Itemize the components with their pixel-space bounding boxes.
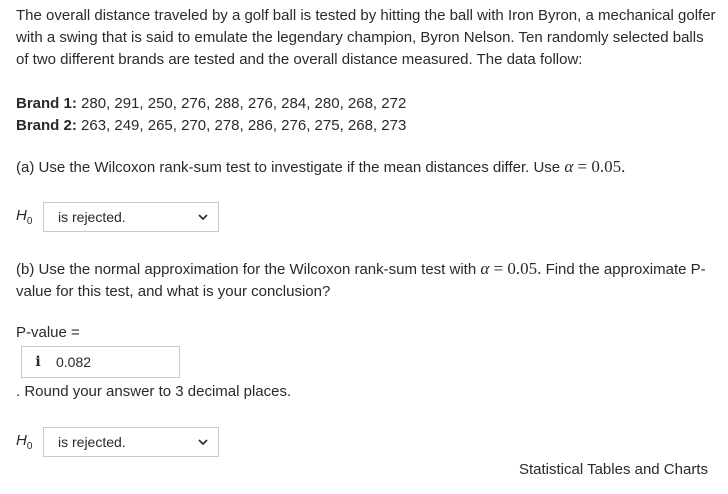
chevron-down-icon [198,439,208,446]
h0-symbol: H0 [16,432,33,452]
question-intro: The overall distance traveled by a golf … [16,7,716,68]
part-a-question: (a) Use the Wilcoxon rank-sum test to in… [16,156,625,179]
part-b-h0-row: H0 is rejected. [16,427,219,457]
brand1-values: 280, 291, 250, 276, 288, 276, 284, 280, … [81,95,407,112]
select-value: is rejected. [58,209,126,225]
info-icon[interactable]: i [30,354,46,370]
part-a-h0-row: H0 is rejected. [16,202,219,232]
alpha-value: = 0.05. [493,259,542,278]
part-a-h0-select[interactable]: is rejected. [43,202,219,232]
part-a-text: (a) Use the Wilcoxon rank-sum test to in… [16,159,561,176]
pvalue-label: P-value = [16,324,80,341]
part-b-text: (b) Use the normal approximation for the… [16,261,477,278]
data-block: Brand 1: 280, 291, 250, 276, 288, 276, 2… [16,93,406,137]
brand1-label: Brand 1: [16,95,77,112]
alpha-expression: α = 0.05. [564,157,626,176]
alpha-value: = 0.05. [577,157,626,176]
brand1-row: Brand 1: 280, 291, 250, 276, 288, 276, 2… [16,93,406,115]
chevron-down-icon [198,214,208,221]
part-b-question: (b) Use the normal approximation for the… [16,258,716,303]
pvalue-input[interactable]: i 0.082 [21,346,180,378]
part-b-h0-select[interactable]: is rejected. [43,427,219,457]
h0-symbol: H0 [16,207,33,227]
pvalue-value: 0.082 [56,354,92,370]
brand2-row: Brand 2: 263, 249, 265, 270, 278, 286, 2… [16,115,406,137]
brand2-label: Brand 2: [16,117,77,134]
alpha-expression: α = 0.05. [480,259,542,278]
brand2-values: 263, 249, 265, 270, 278, 286, 276, 275, … [81,117,407,134]
statistical-tables-link[interactable]: Statistical Tables and Charts [519,461,708,478]
round-instruction: . Round your answer to 3 decimal places. [16,383,292,400]
select-value: is rejected. [58,434,126,450]
